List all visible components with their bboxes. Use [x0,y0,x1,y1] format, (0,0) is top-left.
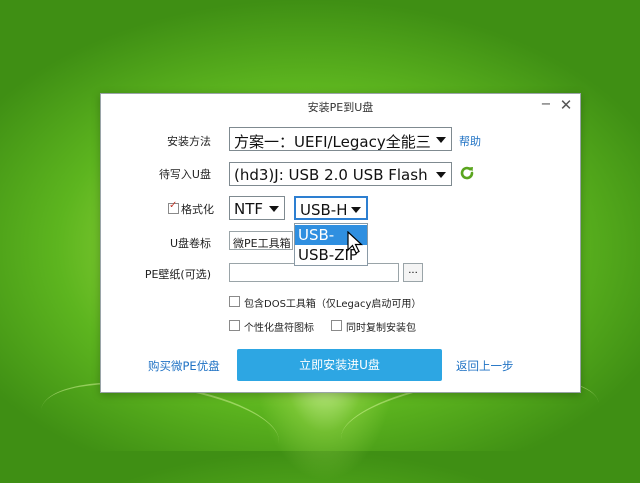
boot-mode-select[interactable]: USB-H [294,196,368,220]
chevron-down-icon [264,197,284,219]
wallpaper-label: PE壁纸(可选) [144,268,211,281]
dialog-title: 安装PE到U盘 [307,101,374,114]
volume-label-input[interactable]: 微PE工具箱 [229,231,293,250]
target-disk-label: 待写入U盘 [158,168,211,181]
format-label: 格式化 [181,203,214,216]
copy-installer-checkbox[interactable] [331,320,342,331]
boot-mode-value: USB-H [300,201,348,219]
copy-installer-label: 同时复制安装包 [346,323,416,334]
install-button[interactable]: 立即安装进U盘 [237,349,442,381]
filesystem-select[interactable]: NTF [229,196,285,220]
install-pe-dialog: 安装PE到U盘 − ✕ 安装方法 方案一：UEFI/Legacy全能三 帮助 待… [100,93,581,393]
chevron-down-icon [431,128,451,150]
chevron-down-icon [346,198,366,218]
filesystem-value: NTF [234,200,264,218]
title-bar: 安装PE到U盘 − ✕ [101,94,580,116]
browse-button[interactable]: ... [403,263,423,282]
dos-toolbox-label: 包含DOS工具箱（仅Legacy启动可用） [244,299,422,310]
custom-icon-label: 个性化盘符图标 [244,323,314,334]
target-disk-value: (hd3)J: USB 2.0 USB Flash D [234,166,444,184]
chevron-down-icon [431,163,451,185]
custom-icon-checkbox[interactable] [229,320,240,331]
mouse-cursor-icon [347,231,363,254]
refresh-icon[interactable] [459,165,475,181]
help-link[interactable]: 帮助 [459,133,481,149]
install-method-label: 安装方法 [167,135,211,148]
format-checkbox[interactable] [168,200,179,214]
dos-toolbox-checkbox[interactable] [229,296,240,307]
minimize-button[interactable]: − [538,97,554,113]
buy-usb-link[interactable]: 购买微PE优盘 [148,358,220,374]
volume-label-label: U盘卷标 [169,237,211,250]
install-method-value: 方案一：UEFI/Legacy全能三 [234,133,431,151]
back-link[interactable]: 返回上一步 [456,358,514,374]
close-button[interactable]: ✕ [558,97,574,113]
install-method-select[interactable]: 方案一：UEFI/Legacy全能三 [229,127,452,151]
target-disk-select[interactable]: (hd3)J: USB 2.0 USB Flash D [229,162,452,186]
